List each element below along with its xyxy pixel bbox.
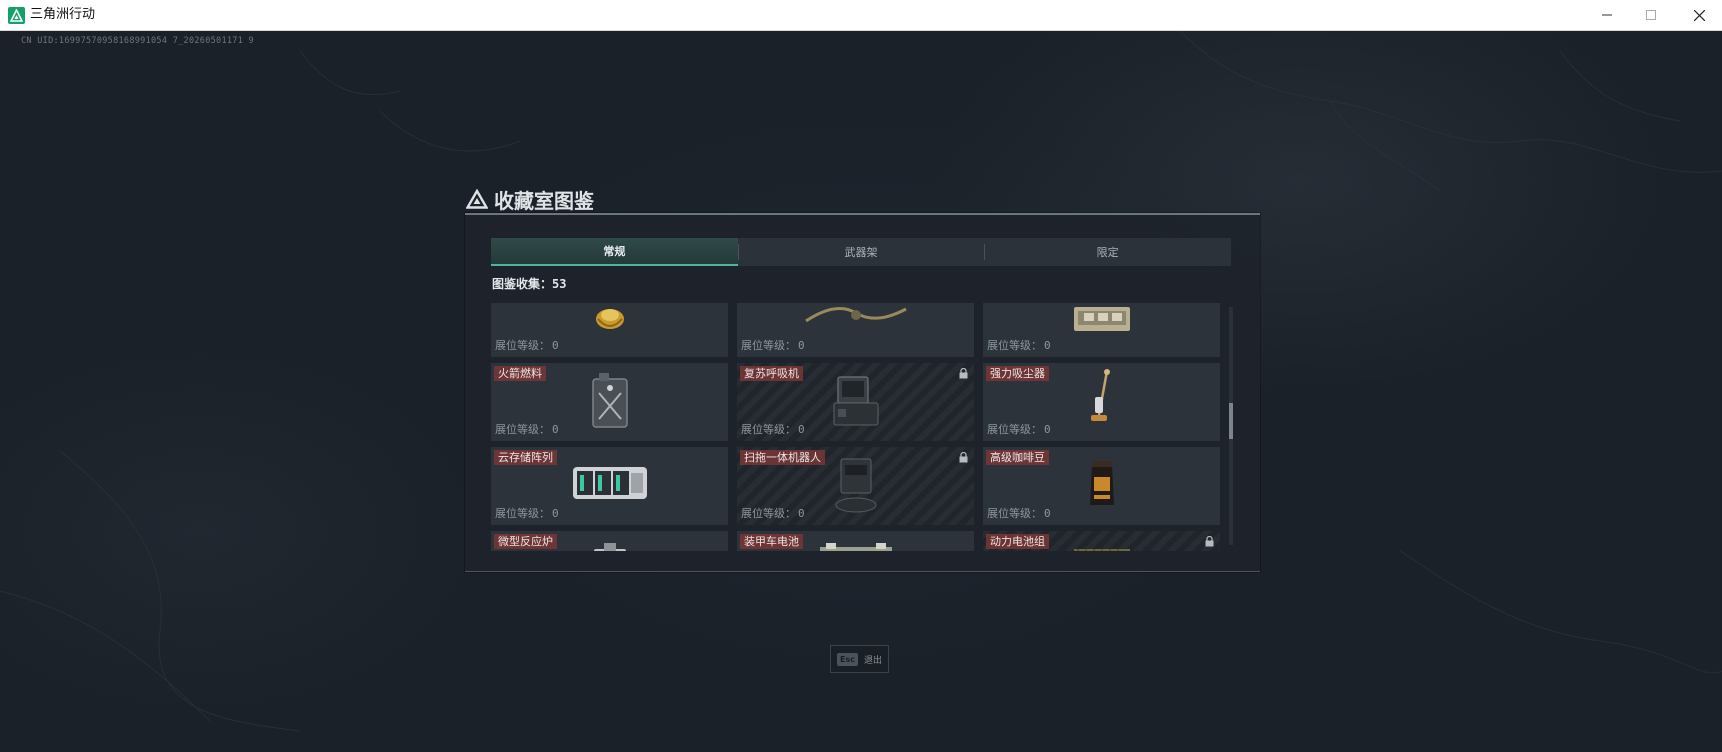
item-name-badge: 强力吸尘器 — [986, 366, 1049, 381]
ventilator-icon — [833, 376, 878, 426]
item-level: 展位等级： 0 — [741, 423, 805, 436]
item-name-badge: 高级咖啡豆 — [986, 450, 1049, 465]
collection-count-value: 53 — [552, 277, 567, 291]
game-viewport: CN UID:16997570958168991054 7_2026050117… — [0, 31, 1722, 752]
minimize-button[interactable] — [1584, 0, 1630, 30]
gold-jewel-icon — [595, 309, 624, 329]
item-name-badge: 云存储阵列 — [494, 450, 557, 465]
delta-logo-icon — [466, 189, 488, 209]
app-logo-icon — [8, 7, 25, 24]
vacuum-cleaner-icon — [1090, 369, 1110, 421]
antique-ornament-icon — [804, 307, 907, 323]
item-level: 展位等级： 0 — [987, 507, 1051, 520]
item-name-badge: 扫拖一体机器人 — [740, 450, 825, 465]
collection-item-locked[interactable]: 动力电池组 — [983, 531, 1220, 551]
mini-reactor-icon — [593, 543, 626, 551]
collection-count: 图鉴收集：53 — [492, 275, 566, 292]
tab-limited[interactable]: 限定 — [984, 238, 1231, 266]
grid-scrollbar[interactable] — [1229, 307, 1233, 545]
storage-array-icon — [572, 467, 647, 499]
item-level: 展位等级： 0 — [495, 339, 559, 352]
category-tabs: 常规 武器架 限定 — [491, 238, 1231, 266]
coffee-bag-icon — [1089, 461, 1114, 505]
item-level: 展位等级： 0 — [741, 339, 805, 352]
collection-panel: 常规 武器架 限定 图鉴收集：53 展位等级： 0 展位等级： 0 展位等级： … — [465, 213, 1260, 572]
maximize-button[interactable] — [1628, 0, 1674, 30]
close-button[interactable] — [1676, 0, 1722, 30]
esc-key-hint: Esc — [837, 652, 858, 666]
collection-grid: 展位等级： 0 展位等级： 0 展位等级： 0 火箭燃料 展位等级： 0 复苏呼… — [491, 303, 1220, 551]
exit-button[interactable]: Esc 退出 — [830, 645, 889, 673]
item-name-badge: 复苏呼吸机 — [740, 366, 803, 381]
item-name-badge: 火箭燃料 — [494, 366, 546, 381]
collection-item[interactable]: 展位等级： 0 — [737, 303, 974, 357]
collection-item[interactable]: 展位等级： 0 — [491, 303, 728, 357]
lock-icon — [959, 368, 968, 379]
panel-title-text: 收藏室图鉴 — [494, 188, 594, 213]
item-level: 展位等级： 0 — [987, 423, 1051, 436]
fuel-canister-icon — [591, 373, 628, 428]
open-case-icon — [1073, 307, 1130, 331]
player-uid-text: CN UID:16997570958168991054 7_2026050117… — [21, 36, 254, 46]
item-level: 展位等级： 0 — [741, 507, 805, 520]
grid-scrollbar-thumb[interactable] — [1229, 403, 1233, 439]
exit-label: 退出 — [863, 655, 882, 666]
tab-regular[interactable]: 常规 — [491, 238, 738, 266]
lock-icon — [1205, 536, 1214, 547]
collection-grid-viewport[interactable]: 展位等级： 0 展位等级： 0 展位等级： 0 火箭燃料 展位等级： 0 复苏呼… — [491, 303, 1231, 551]
tab-weapon-rack[interactable]: 武器架 — [737, 238, 985, 266]
window-title: 三角洲行动 — [30, 7, 96, 22]
collection-count-label: 图鉴收集： — [492, 277, 553, 291]
collection-item[interactable]: 火箭燃料 展位等级： 0 — [491, 363, 728, 441]
item-name-badge: 微型反应炉 — [494, 534, 557, 549]
item-name-badge: 动力电池组 — [986, 534, 1049, 549]
collection-item-locked[interactable]: 扫拖一体机器人 展位等级： 0 — [737, 447, 974, 525]
mopping-robot-icon — [835, 458, 876, 513]
item-name-badge: 装甲车电池 — [740, 534, 803, 549]
collection-item[interactable]: 微型反应炉 — [491, 531, 728, 551]
vehicle-battery-icon — [819, 543, 892, 551]
item-level: 展位等级： 0 — [495, 507, 559, 520]
item-level: 展位等级： 0 — [987, 339, 1051, 352]
window-titlebar[interactable]: 三角洲行动 — [0, 0, 1722, 31]
collection-item[interactable]: 装甲车电池 — [737, 531, 974, 551]
panel-title: 收藏室图鉴 — [466, 185, 594, 213]
item-level: 展位等级： 0 — [495, 423, 559, 436]
lock-icon — [959, 452, 968, 463]
battery-pack-icon — [1073, 549, 1130, 551]
collection-item[interactable]: 云存储阵列 展位等级： 0 — [491, 447, 728, 525]
collection-item-locked[interactable]: 复苏呼吸机 展位等级： 0 — [737, 363, 974, 441]
collection-item[interactable]: 展位等级： 0 — [983, 303, 1220, 357]
collection-item[interactable]: 高级咖啡豆 展位等级： 0 — [983, 447, 1220, 525]
collection-item[interactable]: 强力吸尘器 展位等级： 0 — [983, 363, 1220, 441]
